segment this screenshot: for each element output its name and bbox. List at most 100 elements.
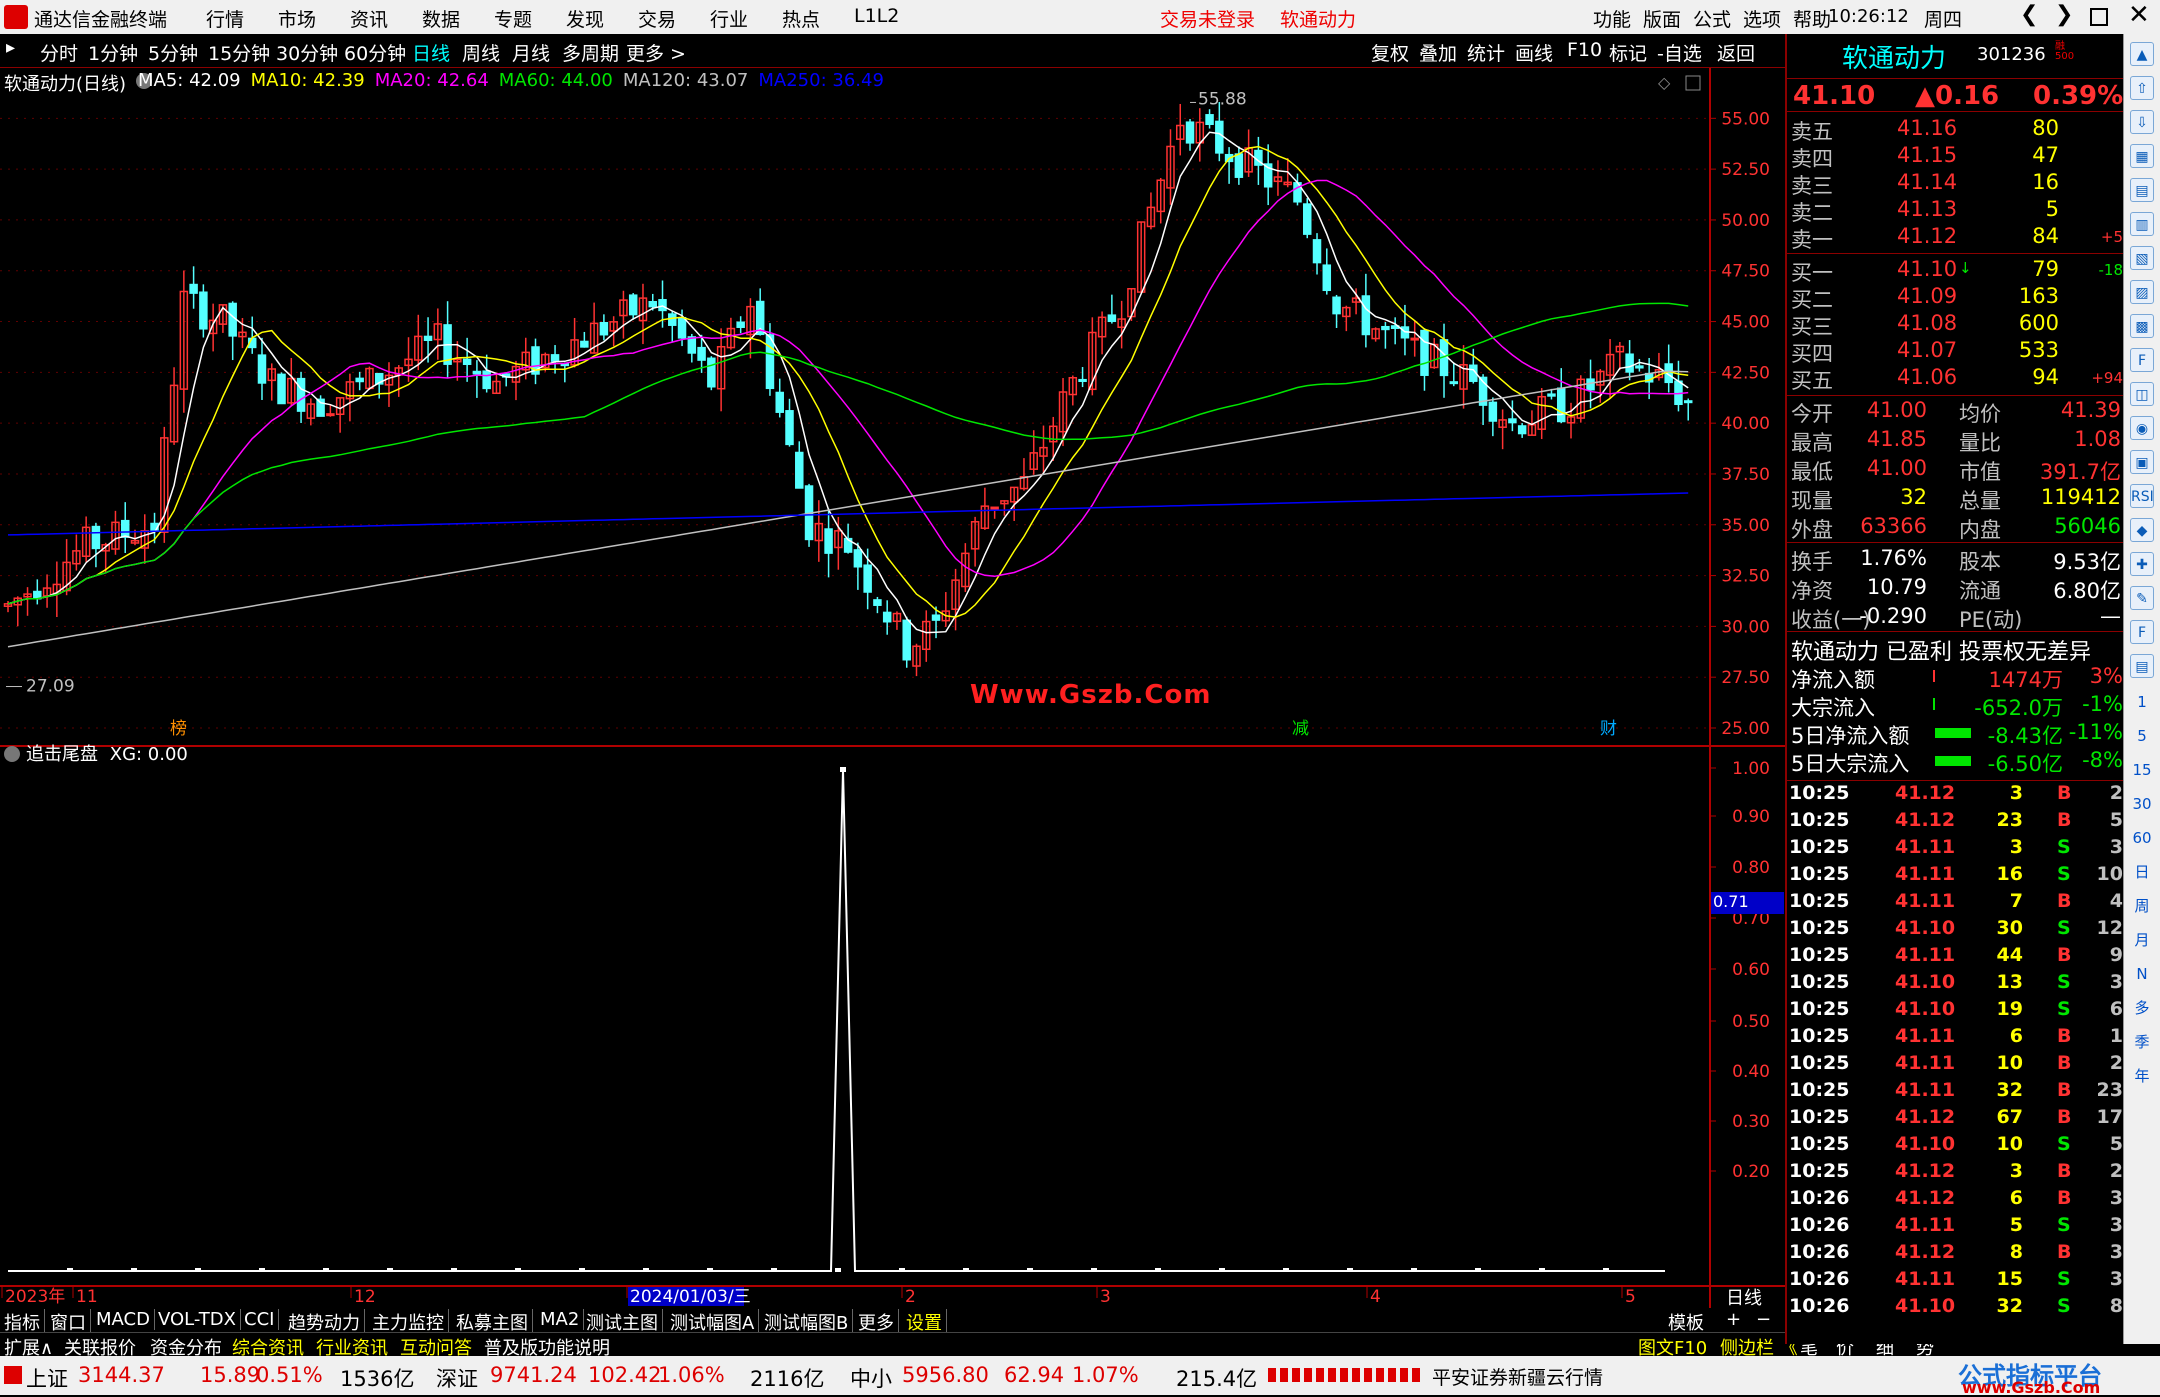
tool-tab[interactable]: -自选 xyxy=(1657,39,1702,66)
tool-tab[interactable]: 复权 xyxy=(1371,39,1409,66)
tab-period[interactable]: 30分钟 xyxy=(276,39,338,66)
side-tool-icon[interactable]: 季 xyxy=(2130,1030,2154,1054)
side-tool-icon[interactable]: ▨ xyxy=(2130,280,2154,304)
side-tool-icon[interactable]: 多 xyxy=(2130,996,2154,1020)
sz-name[interactable]: 深证 xyxy=(436,1363,478,1393)
side-tool-icon[interactable]: 60 xyxy=(2130,826,2154,850)
menu-item[interactable]: 市场 xyxy=(278,5,316,32)
right-menu-item[interactable]: 功能 xyxy=(1593,5,1631,32)
price-line: 41.10 ▲0.16 0.39% xyxy=(1787,78,2125,112)
indicator-tab[interactable]: MACD xyxy=(96,1309,155,1330)
menu-item[interactable]: 行情 xyxy=(206,5,244,32)
menu-item[interactable]: 数据 xyxy=(422,5,460,32)
bid-row[interactable]: 买五 41.06 94 +94 xyxy=(1787,365,2125,393)
tab-period[interactable]: 5分钟 xyxy=(148,39,198,66)
ask-row[interactable]: 卖四 41.15 47 xyxy=(1787,143,2125,171)
bid-row[interactable]: 买二 41.09 163 xyxy=(1787,284,2125,312)
tool-tab[interactable]: F10 xyxy=(1567,39,1602,61)
side-tool-icon[interactable]: ✚ xyxy=(2130,552,2154,576)
sh-name[interactable]: 上证 xyxy=(26,1363,68,1393)
side-tool-icon[interactable]: ▲ xyxy=(2130,42,2154,66)
tab-period[interactable]: 周线 xyxy=(462,39,500,66)
side-tool-icon[interactable]: ◉ xyxy=(2130,416,2154,440)
tick-row: 10:25 41.10 10 S 5 xyxy=(1787,1133,2125,1161)
tool-tab[interactable]: 叠加 xyxy=(1419,39,1457,66)
tool-tab[interactable]: 返回 xyxy=(1717,39,1755,66)
indicator-tab[interactable]: MA2 xyxy=(540,1309,585,1330)
kline-chart[interactable]: 55.00 52.50 50.00 47.50 45.00 42.50 40.00 37.50… xyxy=(0,68,1785,1308)
template-control[interactable]: + xyxy=(1726,1309,1745,1330)
indicator-tab[interactable]: CCI xyxy=(244,1309,280,1330)
login-status[interactable]: 交易未登录 xyxy=(1160,5,1255,32)
back-arrow-icon[interactable]: ❮ xyxy=(2020,2,2038,27)
tab-period[interactable]: 60分钟 xyxy=(344,39,406,66)
bid-row[interactable]: 买四 41.07 533 xyxy=(1787,338,2125,366)
tab-period[interactable]: 日线 xyxy=(412,39,450,66)
right-menu-item[interactable]: 选项 xyxy=(1743,5,1781,32)
side-tool-icon[interactable]: 日 xyxy=(2130,860,2154,884)
template-control[interactable]: − xyxy=(1756,1309,1775,1330)
side-tool-icon[interactable]: ⇧ xyxy=(2130,76,2154,100)
side-tool-icon[interactable]: F xyxy=(2130,348,2154,372)
side-tool-icon[interactable]: 月 xyxy=(2130,928,2154,952)
menu-item[interactable]: L1L2 xyxy=(854,5,899,27)
ask-row[interactable]: 卖五 41.16 80 xyxy=(1787,116,2125,144)
tab-period[interactable]: 多周期 xyxy=(562,39,619,66)
side-tool-icon[interactable]: RSI xyxy=(2130,484,2154,508)
menu-item[interactable]: 行业 xyxy=(710,5,748,32)
side-tool-icon[interactable]: ▤ xyxy=(2130,654,2154,678)
side-tool-icon[interactable]: ▤ xyxy=(2130,178,2154,202)
tool-tab[interactable]: 标记 xyxy=(1609,39,1647,66)
side-tool-icon[interactable]: 15 xyxy=(2130,758,2154,782)
bid-row[interactable]: 买一 41.10 79 -18 xyxy=(1787,257,2125,285)
menu-item[interactable]: 交易 xyxy=(638,5,676,32)
forward-arrow-icon[interactable]: ❯ xyxy=(2055,2,2073,27)
signal-dot xyxy=(1603,1268,1609,1272)
zx-name[interactable]: 中小 xyxy=(850,1363,892,1393)
menu-item[interactable]: 专题 xyxy=(494,5,532,32)
menu-item[interactable]: 发现 xyxy=(566,5,604,32)
menu-item[interactable]: 资讯 xyxy=(350,5,388,32)
side-tool-icon[interactable]: ⇩ xyxy=(2130,110,2154,134)
tool-tab[interactable]: 画线 xyxy=(1515,39,1553,66)
right-menu-item[interactable]: 版面 xyxy=(1643,5,1681,32)
stat-value: 9.53亿 xyxy=(2053,550,2121,574)
toolbar-arrow-icon[interactable]: ▸ xyxy=(6,37,15,58)
ask-row[interactable]: 卖一 41.12 84 +5 xyxy=(1787,224,2125,252)
side-tool-icon[interactable]: N xyxy=(2130,962,2154,986)
bid-row[interactable]: 买三 41.08 600 xyxy=(1787,311,2125,339)
side-tool-icon[interactable]: 周 xyxy=(2130,894,2154,918)
restore-window-icon[interactable] xyxy=(2090,8,2108,26)
side-tool-icon[interactable]: ◆ xyxy=(2130,518,2154,542)
tab-period[interactable]: 1分钟 xyxy=(88,39,138,66)
menu-item[interactable]: 热点 xyxy=(782,5,820,32)
side-tool-icon[interactable]: 30 xyxy=(2130,792,2154,816)
side-tool-icon[interactable]: ▣ xyxy=(2130,450,2154,474)
chart-area[interactable]: 55.00 52.50 50.00 47.50 45.00 42.50 40.00 37.50… xyxy=(0,68,1785,1309)
right-menu-item[interactable]: 公式 xyxy=(1693,5,1731,32)
side-tool-icon[interactable]: ▧ xyxy=(2130,246,2154,270)
collapse-icon[interactable] xyxy=(4,746,20,762)
side-tool-icon[interactable]: ◫ xyxy=(2130,382,2154,406)
side-tool-icon[interactable]: ▥ xyxy=(2130,212,2154,236)
tab-period[interactable]: 15分钟 xyxy=(208,39,270,66)
right-menu-item[interactable]: 帮助 xyxy=(1793,5,1831,32)
indicator-tab[interactable]: VOL-TDX xyxy=(158,1309,241,1330)
tab-period[interactable]: 分时 xyxy=(40,39,78,66)
signal-dot xyxy=(1027,1268,1033,1272)
side-tool-icon[interactable]: 年 xyxy=(2130,1064,2154,1088)
ask-row[interactable]: 卖三 41.14 16 xyxy=(1787,170,2125,198)
tab-period[interactable]: 月线 xyxy=(512,39,550,66)
close-window-icon[interactable]: ✕ xyxy=(2128,0,2150,30)
side-tool-icon[interactable]: 5 xyxy=(2130,724,2154,748)
indicator-name[interactable]: 追击尾盘 xyxy=(26,744,98,765)
side-tool-icon[interactable]: ✎ xyxy=(2130,586,2154,610)
side-tool-icon[interactable]: 1 xyxy=(2130,690,2154,714)
tool-tab[interactable]: 统计 xyxy=(1467,39,1505,66)
side-tool-icon[interactable]: ▩ xyxy=(2130,314,2154,338)
side-tool-icon[interactable]: F xyxy=(2130,620,2154,644)
indicator-tick: 0.60 xyxy=(1732,960,1770,980)
tab-period[interactable]: 更多 > xyxy=(626,39,686,66)
ask-row[interactable]: 卖二 41.13 5 xyxy=(1787,197,2125,225)
side-tool-icon[interactable]: ▦ xyxy=(2130,144,2154,168)
